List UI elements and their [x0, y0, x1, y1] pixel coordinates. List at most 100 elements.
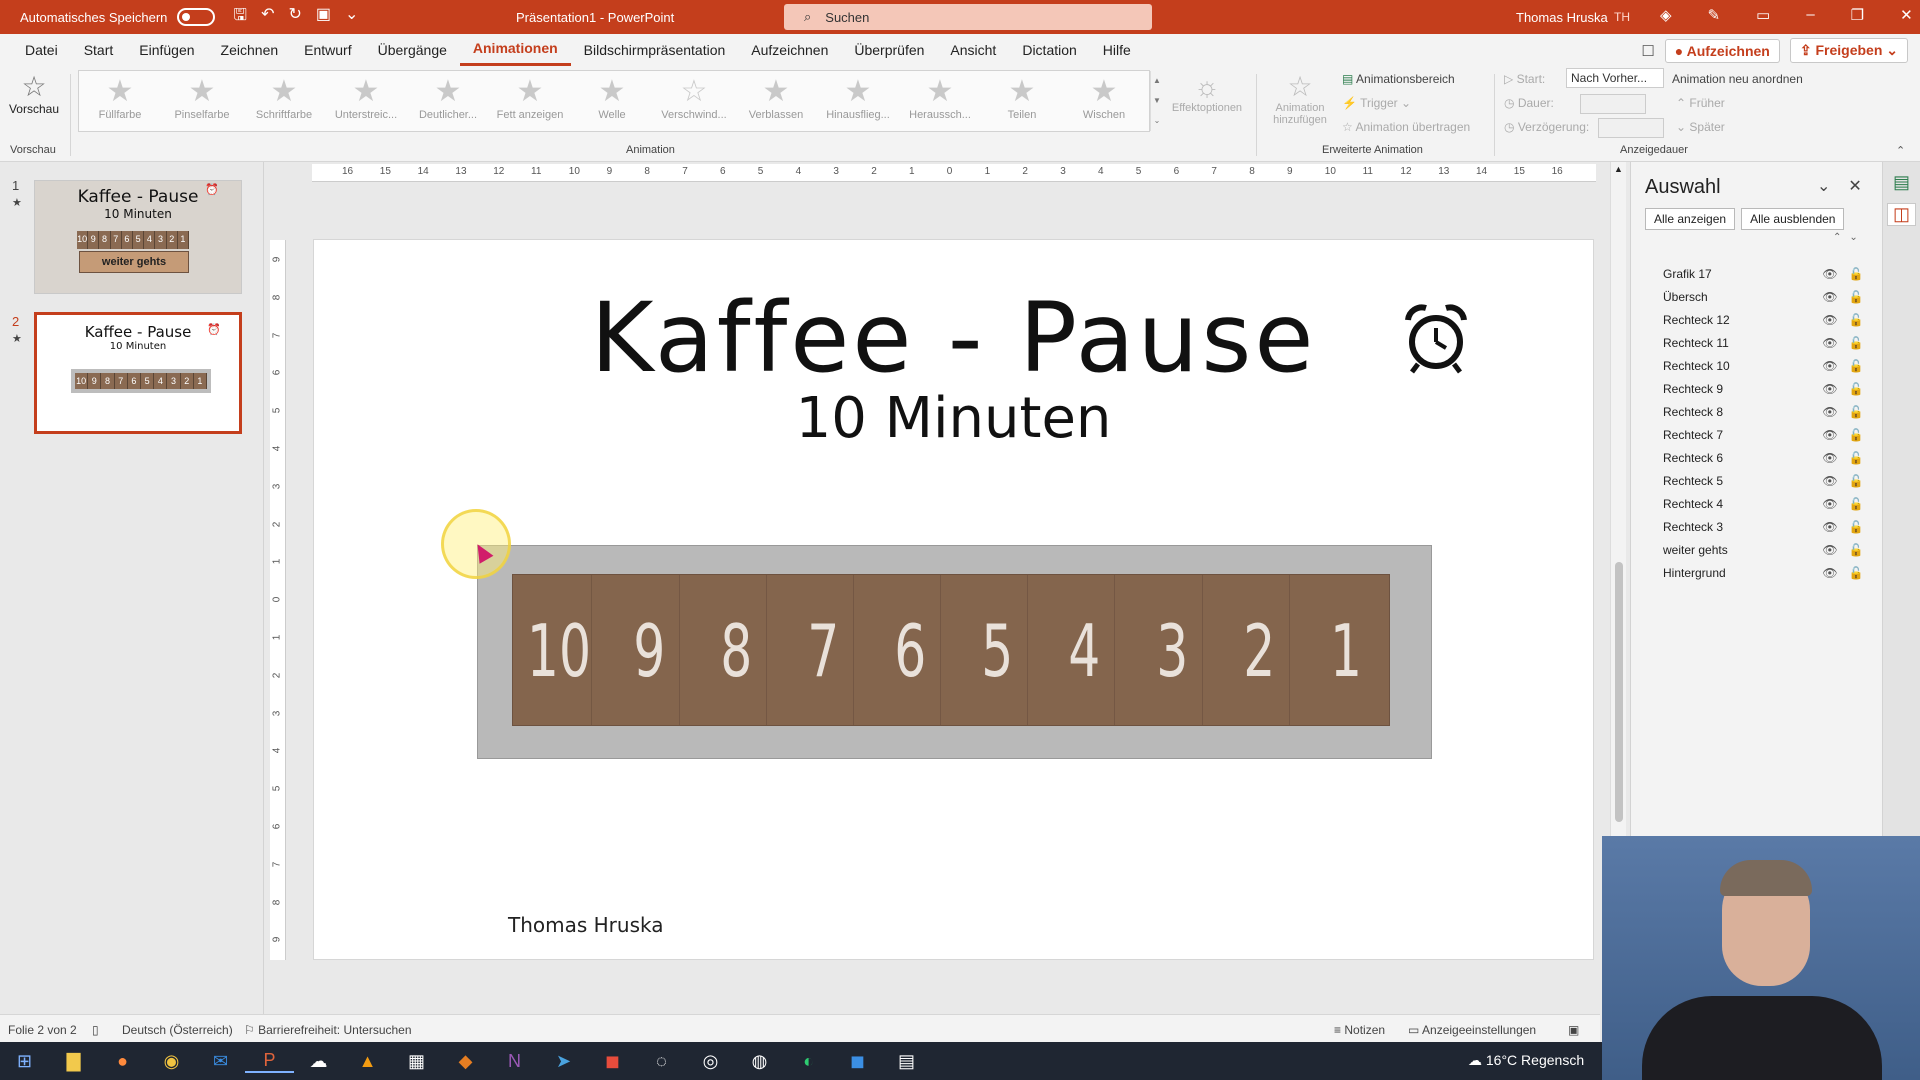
visibility-eye-icon[interactable]: 👁: [1817, 405, 1843, 419]
selection-pane-icon[interactable]: ◫: [1887, 203, 1916, 226]
restore-icon[interactable]: ❐: [1851, 6, 1864, 24]
unlock-icon[interactable]: 🔓: [1843, 267, 1869, 281]
edge-icon[interactable]: ◐: [784, 1051, 833, 1072]
chrome-icon[interactable]: ◉: [147, 1051, 196, 1072]
unlock-icon[interactable]: 🔓: [1843, 313, 1869, 327]
countdown-cell[interactable]: 7: [793, 575, 855, 725]
unlock-icon[interactable]: 🔓: [1843, 520, 1869, 534]
selection-item[interactable]: Hintergrund 👁 🔓: [1631, 561, 1883, 584]
delay-input[interactable]: [1598, 118, 1664, 138]
app-icon[interactable]: ▦: [392, 1051, 441, 1072]
selection-item[interactable]: Rechteck 7 👁 🔓: [1631, 423, 1883, 446]
countdown-cell[interactable]: 6: [880, 575, 942, 725]
file-explorer-icon[interactable]: ▇: [49, 1051, 98, 1072]
ribbon-display-icon[interactable]: ▭: [1756, 6, 1770, 24]
effect-teilen[interactable]: ★ Teilen: [981, 71, 1063, 131]
scrollbar-thumb[interactable]: [1615, 562, 1623, 822]
visibility-eye-icon[interactable]: 👁: [1817, 290, 1843, 304]
duration-input[interactable]: [1580, 94, 1646, 114]
app-icon[interactable]: ▤: [882, 1051, 931, 1072]
show-all-button[interactable]: Alle anzeigen: [1645, 208, 1736, 230]
unlock-icon[interactable]: 🔓: [1843, 566, 1869, 580]
user-initials[interactable]: TH: [1614, 10, 1630, 24]
normal-view-icon[interactable]: ▣: [1568, 1023, 1579, 1037]
undo-icon[interactable]: ↶: [261, 4, 274, 31]
gallery-scroll[interactable]: ▲ ▼ ⌄: [1150, 71, 1163, 131]
unlock-icon[interactable]: 🔓: [1843, 382, 1869, 396]
animation-pane-button[interactable]: ▤ Animationsbereich: [1342, 72, 1455, 86]
app-icon[interactable]: ◼: [588, 1051, 637, 1072]
move-earlier-button[interactable]: ⌃ Früher: [1676, 96, 1725, 110]
visibility-eye-icon[interactable]: 👁: [1817, 566, 1843, 580]
move-later-button[interactable]: ⌄ Später: [1676, 120, 1725, 134]
effect-pinselfarbe[interactable]: ★ Pinselfarbe: [161, 71, 243, 131]
scroll-up-icon[interactable]: ▲: [1614, 164, 1623, 174]
selection-item[interactable]: Rechteck 8 👁 🔓: [1631, 400, 1883, 423]
selection-item[interactable]: Rechteck 9 👁 🔓: [1631, 377, 1883, 400]
record-button[interactable]: ● Aufzeichnen: [1664, 38, 1780, 63]
unlock-icon[interactable]: 🔓: [1843, 359, 1869, 373]
unlock-icon[interactable]: 🔓: [1843, 336, 1869, 350]
visibility-eye-icon[interactable]: 👁: [1817, 451, 1843, 465]
slide-author[interactable]: Thomas Hruska: [508, 913, 664, 937]
accessibility-checker[interactable]: ⚐ Barrierefreiheit: Untersuchen: [244, 1023, 412, 1037]
slide-thumbnail-2[interactable]: Kaffee - Pause 10 Minuten ⏰ 10 9 8 7 6 5 4 3 2 1: [34, 312, 242, 434]
redo-icon[interactable]: ↻: [288, 4, 301, 31]
visibility-eye-icon[interactable]: 👁: [1817, 313, 1843, 327]
countdown-cell[interactable]: 10: [527, 575, 592, 725]
user-name[interactable]: Thomas Hruska: [1516, 10, 1608, 25]
effect-fett-anzeigen[interactable]: ★ Fett anzeigen: [489, 71, 571, 131]
vlc-icon[interactable]: ▲: [343, 1051, 392, 1072]
bring-forward-icon[interactable]: ⌃: [1833, 232, 1841, 243]
selection-item[interactable]: Übersch 👁 🔓: [1631, 285, 1883, 308]
effect-verschwinden[interactable]: ☆ Verschwind...: [653, 71, 735, 131]
pane-options-icon[interactable]: ⌄: [1817, 176, 1830, 196]
selection-item[interactable]: Rechteck 4 👁 🔓: [1631, 492, 1883, 515]
effect-fuellfarbe[interactable]: ★ Füllfarbe: [79, 71, 161, 131]
tab-datei[interactable]: Datei: [12, 34, 71, 66]
tab-einfuegen[interactable]: Einfügen: [126, 34, 207, 66]
effect-verblassen[interactable]: ★ Verblassen: [735, 71, 817, 131]
visibility-eye-icon[interactable]: 👁: [1817, 267, 1843, 281]
selection-item[interactable]: Rechteck 12 👁 🔓: [1631, 308, 1883, 331]
search-box[interactable]: ⌕ Suchen: [784, 4, 1152, 30]
app-icon[interactable]: ◎: [686, 1051, 735, 1072]
effect-welle[interactable]: ★ Welle: [571, 71, 653, 131]
countdown-cell[interactable]: 5: [967, 575, 1029, 725]
selection-item[interactable]: Rechteck 11 👁 🔓: [1631, 331, 1883, 354]
unlock-icon[interactable]: 🔓: [1843, 428, 1869, 442]
app-icon[interactable]: ◌: [637, 1051, 686, 1072]
effect-options-button[interactable]: ☼ Effektoptionen: [1164, 72, 1250, 115]
close-icon[interactable]: ✕: [1900, 6, 1913, 24]
selection-item[interactable]: Grafik 17 👁 🔓: [1631, 262, 1883, 285]
visibility-eye-icon[interactable]: 👁: [1817, 428, 1843, 442]
tab-dictation[interactable]: Dictation: [1009, 34, 1089, 66]
effect-hinausfliegen[interactable]: ★ Hinausflieg...: [817, 71, 899, 131]
spellcheck-icon[interactable]: ▯: [92, 1023, 99, 1037]
visibility-eye-icon[interactable]: 👁: [1817, 497, 1843, 511]
effect-unterstreichen[interactable]: ★ Unterstreic...: [325, 71, 407, 131]
trigger-button[interactable]: ⚡ Trigger ⌄: [1342, 96, 1411, 110]
start-select[interactable]: Nach Vorher...: [1566, 68, 1664, 88]
minimize-icon[interactable]: –: [1806, 6, 1814, 24]
effect-deutlicher[interactable]: ★ Deutlicher...: [407, 71, 489, 131]
tab-bildschirmpraesentation[interactable]: Bildschirmpräsentation: [571, 34, 739, 66]
app-icon[interactable]: ◼: [833, 1051, 882, 1072]
tab-start[interactable]: Start: [71, 34, 127, 66]
countdown-cell[interactable]: 2: [1229, 575, 1290, 725]
hide-all-button[interactable]: Alle ausblenden: [1741, 208, 1845, 230]
language-indicator[interactable]: Deutsch (Österreich): [122, 1023, 233, 1037]
tab-uebergaenge[interactable]: Übergänge: [365, 34, 460, 66]
premium-icon[interactable]: ◈: [1660, 6, 1672, 24]
preview-button[interactable]: ☆ Vorschau: [8, 72, 60, 117]
pen-icon[interactable]: ✎: [1708, 6, 1721, 24]
countdown-cell[interactable]: 1: [1316, 575, 1376, 725]
slide-subtitle[interactable]: 10 Minuten: [314, 386, 1593, 451]
weather-widget[interactable]: ☁ 16°C Regensch: [1468, 1052, 1584, 1069]
selection-item[interactable]: Rechteck 10 👁 🔓: [1631, 354, 1883, 377]
tab-animationen[interactable]: Animationen: [459, 34, 571, 66]
tab-hilfe[interactable]: Hilfe: [1090, 34, 1144, 66]
countdown-bar[interactable]: 10 9 8 7 6 5 4 3 2 1: [512, 574, 1390, 726]
app-icon[interactable]: ◍: [735, 1051, 784, 1072]
visibility-eye-icon[interactable]: 👁: [1817, 474, 1843, 488]
